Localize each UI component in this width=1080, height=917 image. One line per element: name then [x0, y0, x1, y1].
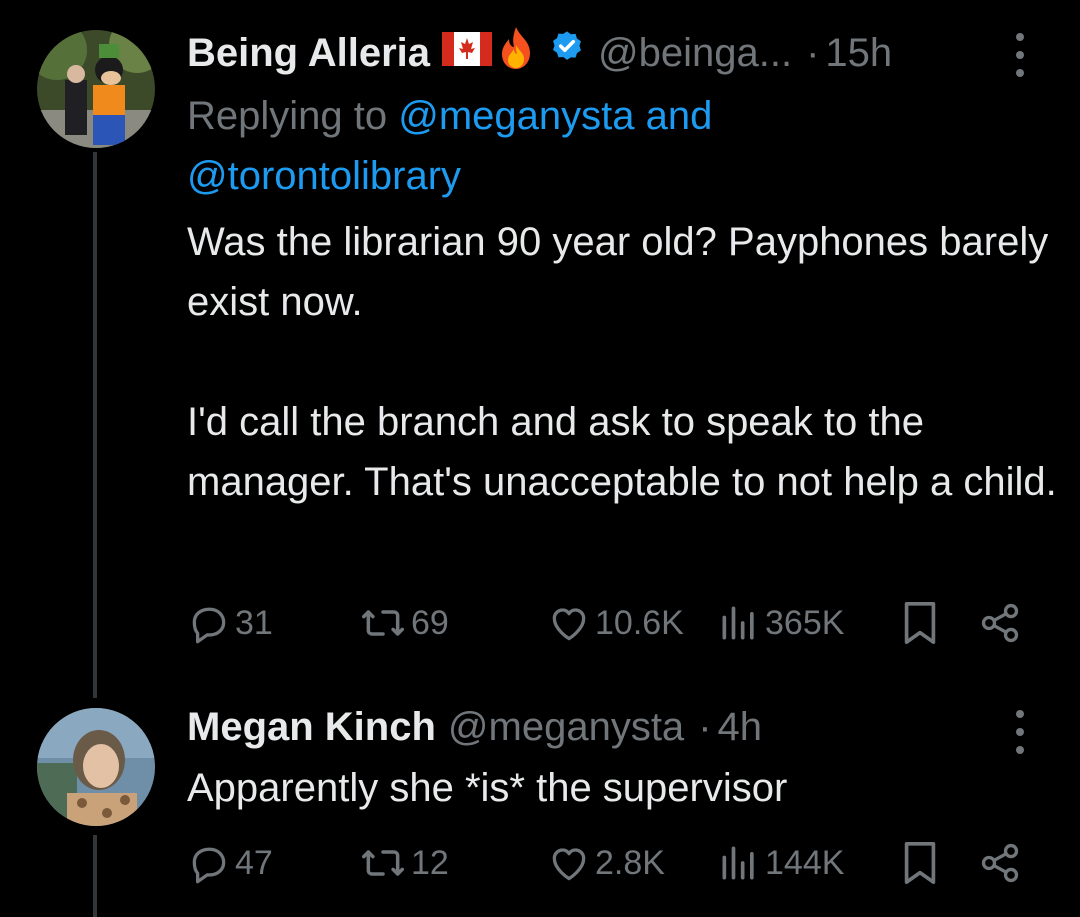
views-button[interactable]: 144K: [717, 838, 844, 888]
views-count: 365K: [765, 603, 845, 642]
reply-icon: [192, 607, 226, 644]
replying-prefix: Replying to: [187, 94, 388, 138]
bookmark-button[interactable]: [900, 838, 940, 888]
tweet-header: Megan Kinch @meganysta · 4h: [187, 702, 762, 752]
separator-dot: ·: [806, 30, 820, 75]
tweet-header: Being Alleria @beinga... · 15h: [187, 25, 892, 81]
avatar[interactable]: [37, 30, 155, 148]
like-button[interactable]: 2.8K: [547, 838, 665, 888]
author-name[interactable]: Megan Kinch: [187, 705, 436, 750]
bookmark-icon: [904, 842, 936, 884]
tweet-paragraph: Was the librarian 90 year old? Payphones…: [187, 220, 1049, 324]
fire-icon: [496, 25, 536, 81]
views-button[interactable]: 365K: [717, 598, 844, 648]
share-icon: [981, 843, 1019, 883]
repost-count: 12: [411, 843, 449, 882]
share-button[interactable]: [977, 838, 1023, 888]
heart-icon: [552, 848, 586, 881]
replying-to: Replying to @meganysta and @torontolibra…: [187, 86, 1047, 206]
repost-button[interactable]: 12: [359, 838, 449, 888]
tweet-timestamp[interactable]: 15h: [825, 31, 892, 76]
share-icon: [981, 603, 1019, 643]
reply-count: 47: [235, 843, 273, 882]
tweet-text: Apparently she *is* the supervisor: [187, 758, 1057, 818]
reply-count: 31: [235, 603, 273, 642]
thread-connector-line: [93, 835, 97, 917]
reply-button[interactable]: 31: [187, 598, 273, 648]
tweet-timestamp[interactable]: 4h: [718, 705, 763, 750]
author-handle[interactable]: @meganysta: [448, 705, 684, 750]
more-options-icon[interactable]: [1011, 33, 1029, 77]
bookmark-button[interactable]: [900, 598, 940, 648]
tweet-megan-kinch[interactable]: Megan Kinch @meganysta · 4h Apparently s…: [0, 690, 1080, 917]
repost-button[interactable]: 69: [359, 598, 449, 648]
share-button[interactable]: [977, 598, 1023, 648]
repost-icon: [362, 610, 404, 636]
tweet-being-alleria[interactable]: Being Alleria @beinga... · 15h Replying …: [0, 0, 1080, 698]
canada-flag-icon: [442, 31, 493, 76]
like-count: 2.8K: [595, 843, 665, 882]
thread-connector-line: [93, 152, 97, 698]
verified-badge-icon: [548, 29, 586, 77]
separator-dot: ·: [698, 704, 712, 749]
repost-icon: [362, 850, 404, 876]
like-count: 10.6K: [595, 603, 684, 642]
repost-count: 69: [411, 603, 449, 642]
tweet-paragraph: Apparently she *is* the supervisor: [187, 766, 788, 810]
views-chart-icon: [722, 846, 754, 880]
mention-link[interactable]: @meganysta: [398, 94, 634, 138]
mention-link[interactable]: @torontolibrary: [187, 154, 461, 198]
like-button[interactable]: 10.6K: [547, 598, 684, 648]
reply-button[interactable]: 47: [187, 838, 273, 888]
replying-and[interactable]: and: [646, 94, 713, 138]
tweet-paragraph: I'd call the branch and ask to speak to …: [187, 400, 1057, 504]
tweet-text: Was the librarian 90 year old? Payphones…: [187, 212, 1057, 512]
views-count: 144K: [765, 843, 845, 882]
avatar[interactable]: [37, 708, 155, 826]
reply-icon: [192, 847, 226, 884]
tweet-actions: 47 12 2.8K 144K: [187, 838, 1037, 888]
tweet-actions: 31 69 10.6K 365K: [187, 598, 1037, 648]
views-chart-icon: [722, 606, 754, 640]
author-name[interactable]: Being Alleria: [187, 31, 430, 76]
more-options-icon[interactable]: [1011, 710, 1029, 754]
author-handle[interactable]: @beinga...: [598, 31, 792, 76]
bookmark-icon: [904, 602, 936, 644]
heart-icon: [552, 608, 586, 641]
